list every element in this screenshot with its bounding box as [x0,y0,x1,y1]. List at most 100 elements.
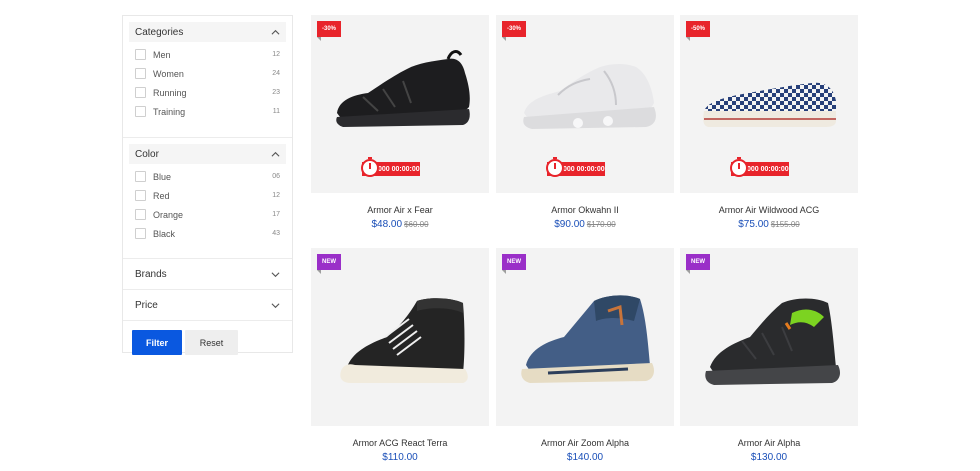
product-price: $90.00 [554,219,585,230]
option-count: 06 [272,173,280,180]
product-image[interactable]: NEW [496,248,674,426]
checkbox[interactable] [135,49,146,60]
product-card[interactable]: -30% 000 00:00:00 Armor Air x Fear $48.0… [311,15,489,230]
option-count: 11 [272,108,280,115]
option-label: Black [153,228,176,239]
shoe-image [340,298,468,383]
chevron-down-icon [271,302,280,308]
product-price: $140.00 [566,452,604,463]
option-count: 43 [272,230,280,237]
product-name[interactable]: Armor Air Alpha [680,438,858,448]
checkbox[interactable] [135,171,146,182]
product-name[interactable]: Armor Okwahn II [496,205,674,215]
old-price: $155.00 [770,220,800,229]
categories-header[interactable]: Categories [129,22,286,42]
product-card[interactable]: -30% 000 00:00:00 Armor Okwahn II $90.00… [496,15,674,230]
categories-section: Categories Men 12 Women 24 Running 23 Train… [123,22,292,138]
stopwatch-icon [361,157,379,177]
option-label: Blue [153,171,172,182]
product-card[interactable]: NEW Armor ACG React Terra $110.00 [311,248,489,463]
product-name[interactable]: Armor ACG React Terra [311,438,489,448]
checkbox[interactable] [135,190,146,201]
category-option-men[interactable]: Men 12 [135,45,280,64]
color-header[interactable]: Color [129,144,286,164]
timer-text: 000 00:00:00 [747,165,789,173]
price-title: Price [135,299,158,311]
color-option-orange[interactable]: Orange 17 [135,205,280,224]
checkbox[interactable] [135,209,146,220]
option-count: 23 [272,89,280,96]
shoe-image [703,82,836,127]
product-card[interactable]: NEW Armor Air Zoom Alpha $140.00 [496,248,674,463]
checkbox[interactable] [135,228,146,239]
product-price: $48.00 [371,219,403,230]
old-price: $170.00 [586,220,616,229]
product-image[interactable]: -50% 000 00:00:00 [680,15,858,193]
product-price: $75.00 [738,219,769,230]
price-header[interactable]: Price [129,290,286,320]
color-option-red[interactable]: Red 12 [135,186,280,205]
option-label: Men [153,49,171,60]
new-badge: NEW [317,254,341,274]
shoe-image [336,50,470,127]
chevron-up-icon [271,151,280,157]
checkbox[interactable] [135,106,146,117]
option-label: Women [153,68,184,79]
reset-button[interactable]: Reset [185,330,238,355]
product-name[interactable]: Armor Air x Fear [311,205,489,215]
color-option-black[interactable]: Black 43 [135,224,280,243]
discount-badge: -30% [502,21,527,41]
countdown-timer: 000 00:00:00 [730,157,789,177]
stopwatch-icon [730,157,748,177]
brands-section: Brands [123,259,292,290]
shoe-image [521,295,654,383]
new-badge: NEW [686,254,710,274]
product-image[interactable]: -30% 000 00:00:00 [311,15,489,193]
product-image[interactable]: NEW [311,248,489,426]
countdown-timer: 000 00:00:00 [546,157,605,177]
product-image[interactable]: -30% 000 00:00:00 [496,15,674,193]
stopwatch-icon [546,157,564,177]
discount-badge: -30% [317,21,342,41]
timer-text: 000 00:00:00 [563,165,605,173]
brands-title: Brands [135,268,167,280]
category-option-running[interactable]: Running 23 [135,83,280,102]
option-label: Training [153,106,186,117]
countdown-timer: 000 00:00:00 [361,157,420,177]
color-section: Color Blue 06 Red 12 Orange 17 Black 43 [123,144,292,259]
timer-text: 000 00:00:00 [378,165,420,173]
option-count: 12 [272,192,280,199]
option-count: 17 [272,211,280,218]
chevron-up-icon [271,29,280,35]
shoe-image [705,298,840,385]
product-image[interactable]: NEW [680,248,858,426]
price-section: Price [123,290,292,321]
product-price: $110.00 [382,452,418,463]
filter-actions: Filter Reset [123,321,292,355]
old-price: $60.00 [404,220,429,229]
checkbox[interactable] [135,87,146,98]
option-count: 24 [272,70,280,77]
filter-sidebar: Categories Men 12 Women 24 Running 23 Train… [122,15,293,355]
product-price: $130.00 [750,452,788,463]
product-name[interactable]: Armor Air Wildwood ACG [680,205,858,215]
new-badge: NEW [502,254,526,274]
color-title: Color [135,148,159,160]
product-card[interactable]: NEW Armor Air Alpha $130.00 [680,248,858,463]
option-label: Running [153,87,187,98]
categories-title: Categories [135,26,184,38]
color-option-blue[interactable]: Blue 06 [135,167,280,186]
category-option-women[interactable]: Women 24 [135,64,280,83]
category-option-training[interactable]: Training 11 [135,102,280,121]
chevron-down-icon [271,271,280,277]
shoe-image [523,64,656,129]
brands-header[interactable]: Brands [129,259,286,289]
option-label: Orange [153,209,184,220]
discount-badge: -50% [686,21,711,41]
checkbox[interactable] [135,68,146,79]
product-card[interactable]: -50% 000 00:00:00 Armor Air Wildwood ACG… [680,15,858,230]
product-name[interactable]: Armor Air Zoom Alpha [496,438,674,448]
option-count: 12 [272,51,280,58]
filter-button[interactable]: Filter [132,330,182,355]
option-label: Red [153,190,170,201]
